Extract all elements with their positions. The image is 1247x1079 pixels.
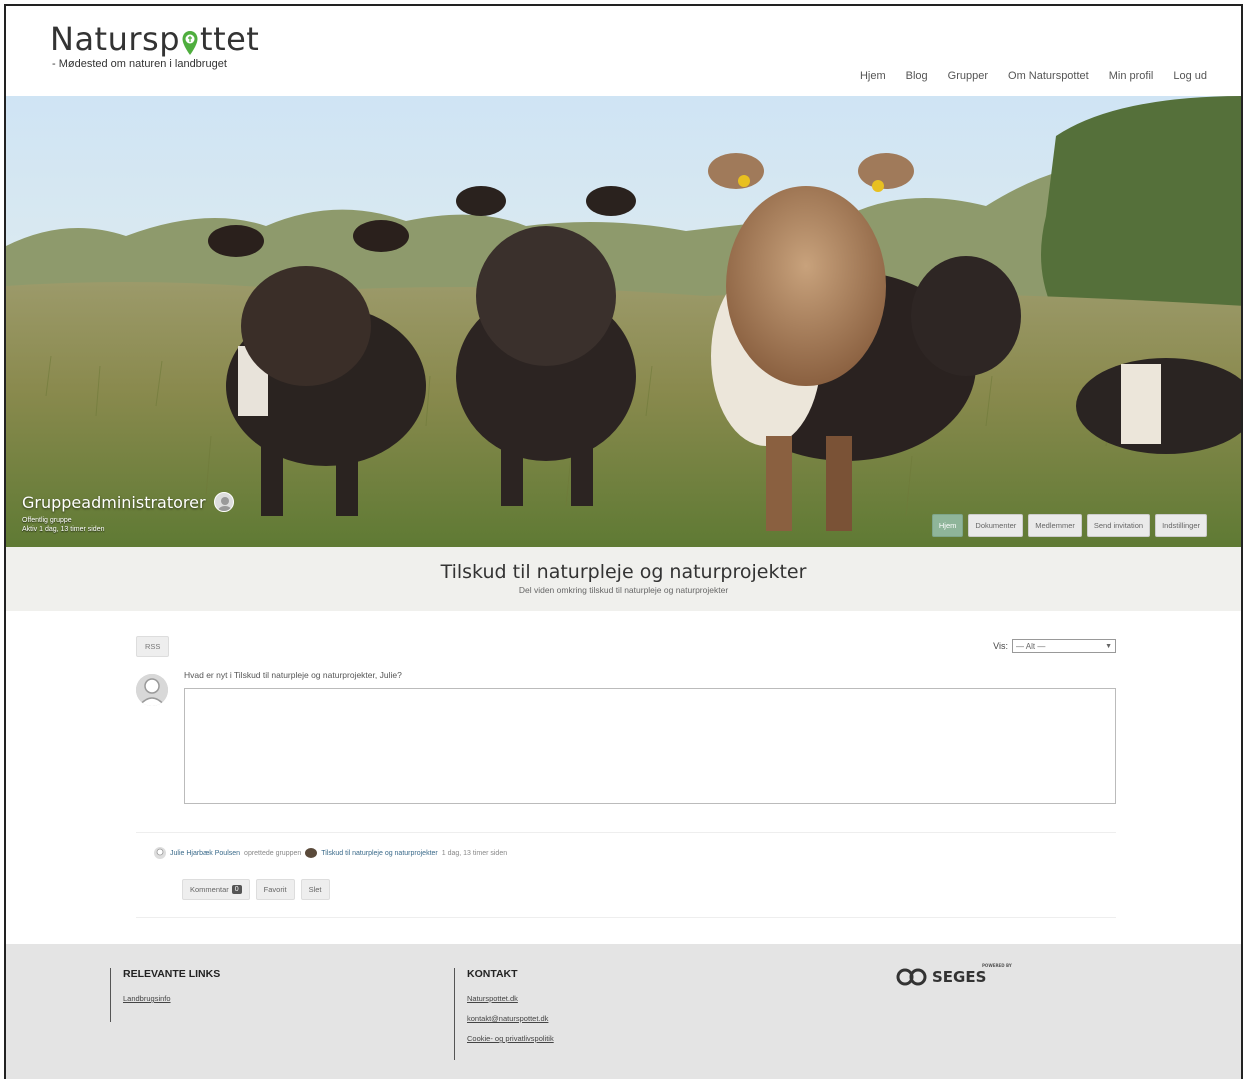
activity-user-link[interactable]: Julie Hjarbæk Poulsen — [170, 850, 240, 857]
group-active-since: Aktiv 1 dag, 13 timer siden — [22, 526, 105, 533]
group-description: Del viden omkring tilskud til naturpleje… — [518, 585, 729, 595]
comment-button[interactable]: Kommentar 0 — [182, 879, 250, 900]
activity-line: Julie Hjarbæk Poulsen oprettede gruppen … — [154, 847, 507, 859]
footer-contact-column: KONTAKT Naturspottet.dk kontakt@naturspo… — [454, 968, 554, 1060]
cows-in-field-photo — [6, 96, 1241, 547]
activity-action: oprettede gruppen — [244, 849, 302, 857]
tab-home[interactable]: Hjem — [931, 514, 964, 537]
delete-button[interactable]: Slet — [300, 879, 330, 900]
nav-logout[interactable]: Log ud — [1173, 70, 1207, 82]
filter-control: Vis: — Alt — ▼ — [993, 639, 1116, 653]
main-nav: Hjem Blog Grupper Om Naturspottet Min pr… — [860, 70, 1207, 82]
group-thumbnail-icon — [305, 848, 318, 858]
group-admins: Gruppeadministratorer — [22, 492, 234, 512]
favorite-button[interactable]: Favorit — [255, 879, 295, 900]
footer-link-email[interactable]: kontakt@naturspottet.dk — [467, 1014, 554, 1023]
group-meta: Offentlig gruppe Aktiv 1 dag, 13 timer s… — [22, 516, 234, 534]
seges-label: SEGES — [932, 968, 987, 986]
tab-members[interactable]: Medlemmer — [1028, 514, 1082, 537]
comment-count: 0 — [231, 885, 242, 894]
nav-blog[interactable]: Blog — [906, 70, 928, 82]
activity-time[interactable]: 1 dag, 13 timer siden — [442, 850, 507, 857]
group-title: Tilskud til naturpleje og naturprojekter — [440, 561, 807, 583]
tab-settings[interactable]: Indstillinger — [1155, 514, 1207, 537]
nav-home[interactable]: Hjem — [860, 70, 886, 82]
activity-group-link[interactable]: Tilskud til naturpleje og naturprojekter — [321, 850, 437, 857]
seges-logo[interactable]: POWERED BY SEGES — [896, 963, 1012, 986]
powered-by-label: POWERED BY — [982, 963, 1012, 968]
site-logo[interactable]: Natursp ttet - Mødested om naturen i lan… — [50, 20, 259, 70]
tab-send-invitation[interactable]: Send invitation — [1086, 514, 1151, 537]
group-title-band: Tilskud til naturpleje og naturprojekter… — [6, 547, 1241, 611]
filter-selected-value: — Alt — — [1016, 641, 1046, 651]
group-cover-image: Gruppeadministratorer Offentlig gruppe A… — [6, 96, 1241, 547]
user-avatar-small[interactable] — [154, 847, 166, 859]
logo-wordmark: Natursp ttet — [50, 20, 259, 58]
nav-groups[interactable]: Grupper — [948, 70, 988, 82]
user-avatar — [136, 674, 168, 706]
chevron-down-icon: ▼ — [1105, 642, 1112, 650]
tab-documents[interactable]: Dokumenter — [968, 514, 1024, 537]
post-prompt: Hvad er nyt i Tilskud til naturpleje og … — [184, 670, 402, 680]
comment-label: Kommentar — [190, 885, 229, 894]
footer-links-heading: RELEVANTE LINKS — [123, 968, 221, 980]
activity-item: Julie Hjarbæk Poulsen oprettede gruppen … — [136, 832, 1116, 918]
admin-avatar[interactable] — [213, 492, 234, 512]
group-tabs: Hjem Dokumenter Medlemmer Send invitatio… — [931, 514, 1207, 537]
seges-mark-icon — [896, 968, 927, 986]
group-type: Offentlig gruppe — [22, 517, 72, 524]
group-admin-info: Gruppeadministratorer Offentlig gruppe A… — [22, 492, 234, 534]
footer-link-cookie-policy[interactable]: Cookie- og privatlivspolitik — [467, 1034, 554, 1043]
activity-actions: Kommentar 0 Favorit Slet — [182, 879, 330, 900]
nav-profile[interactable]: Min profil — [1109, 70, 1154, 82]
footer-link-landbrugsinfo[interactable]: Landbrugsinfo — [123, 994, 220, 1003]
seges-wordmark: POWERED BY SEGES — [932, 963, 1012, 986]
map-pin-icon — [181, 28, 199, 58]
footer-contact-heading: KONTAKT — [467, 968, 518, 980]
post-textarea[interactable] — [184, 688, 1116, 804]
filter-label: Vis: — [993, 641, 1008, 651]
filter-select[interactable]: — Alt — ▼ — [1012, 639, 1116, 653]
footer-link-site[interactable]: Naturspottet.dk — [467, 994, 554, 1003]
logo-text-end: ttet — [200, 20, 260, 58]
logo-tagline: - Mødested om naturen i landbruget — [52, 58, 227, 70]
site-footer: RELEVANTE LINKS Landbrugsinfo KONTAKT Na… — [6, 944, 1241, 1079]
site-header: Natursp ttet - Mødested om naturen i lan… — [6, 6, 1241, 96]
rss-button[interactable]: RSS — [136, 636, 170, 657]
page-frame: Natursp ttet - Mødested om naturen i lan… — [4, 4, 1243, 1079]
admins-label: Gruppeadministratorer — [22, 492, 206, 512]
logo-text-start: Natursp — [50, 20, 181, 58]
nav-about[interactable]: Om Naturspottet — [1008, 70, 1089, 82]
footer-links-column: RELEVANTE LINKS Landbrugsinfo — [110, 968, 220, 1022]
